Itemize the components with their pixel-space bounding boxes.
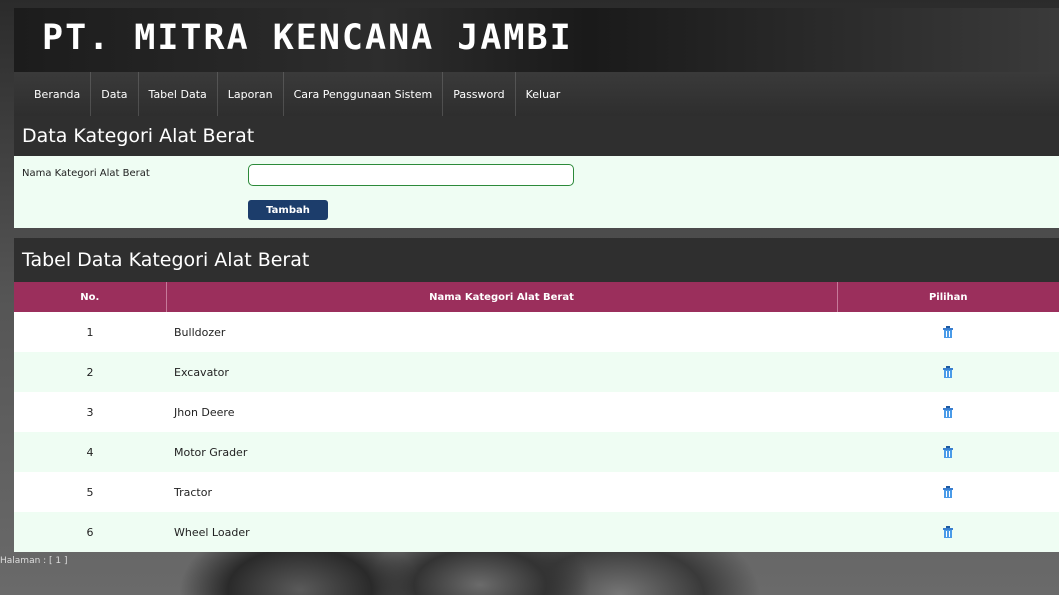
category-name-label: Nama Kategori Alat Berat [22,168,150,179]
category-name-input[interactable] [248,164,574,186]
page-container: PT. MITRA KENCANA JAMBI Beranda Data Tab… [14,8,1059,552]
trash-icon[interactable] [942,485,954,499]
trash-icon[interactable] [942,365,954,379]
row-number: 1 [14,312,166,352]
main-nav: Beranda Data Tabel Data Laporan Cara Pen… [14,72,1059,116]
pagination[interactable]: Halaman : [ 1 ] [0,556,68,566]
row-action [837,472,1059,512]
row-number: 6 [14,512,166,552]
nav-item-laporan[interactable]: Laporan [216,72,283,116]
nav-item-tabel-data[interactable]: Tabel Data [137,72,217,116]
col-action: Pilihan [837,282,1059,312]
site-header: PT. MITRA KENCANA JAMBI [14,8,1059,72]
row-action [837,312,1059,352]
row-category-name: Bulldozer [166,312,837,352]
nav-item-password[interactable]: Password [442,72,514,116]
row-category-name: Excavator [166,352,837,392]
trash-icon[interactable] [942,405,954,419]
table-row: 1 Bulldozer [14,312,1059,352]
row-number: 5 [14,472,166,512]
nav-item-keluar[interactable]: Keluar [514,72,571,116]
row-number: 2 [14,352,166,392]
category-form: Nama Kategori Alat Berat Tambah [14,156,1059,228]
row-number: 4 [14,432,166,472]
row-category-name: Tractor [166,472,837,512]
site-title: PT. MITRA KENCANA JAMBI [42,18,573,58]
trash-icon[interactable] [942,325,954,339]
table-row: 5 Tractor [14,472,1059,512]
form-heading: Data Kategori Alat Berat [14,116,1059,156]
nav-item-data[interactable]: Data [90,72,137,116]
row-action [837,352,1059,392]
table-row: 2 Excavator [14,352,1059,392]
row-action [837,392,1059,432]
category-table: No. Nama Kategori Alat Berat Pilihan 1 B… [14,282,1059,552]
row-category-name: Motor Grader [166,432,837,472]
add-button[interactable]: Tambah [248,200,328,220]
table-row: 4 Motor Grader [14,432,1059,472]
trash-icon[interactable] [942,525,954,539]
table-row: 6 Wheel Loader [14,512,1059,552]
table-heading: Tabel Data Kategori Alat Berat [14,238,1059,282]
row-category-name: Wheel Loader [166,512,837,552]
col-name: Nama Kategori Alat Berat [166,282,838,312]
row-action [837,432,1059,472]
col-no: No. [14,282,167,312]
row-category-name: Jhon Deere [166,392,837,432]
trash-icon[interactable] [942,445,954,459]
row-action [837,512,1059,552]
row-number: 3 [14,392,166,432]
nav-item-cara-penggunaan[interactable]: Cara Penggunaan Sistem [282,72,443,116]
table-header-row: No. Nama Kategori Alat Berat Pilihan [14,282,1059,312]
table-row: 3 Jhon Deere [14,392,1059,432]
nav-item-beranda[interactable]: Beranda [14,72,90,116]
